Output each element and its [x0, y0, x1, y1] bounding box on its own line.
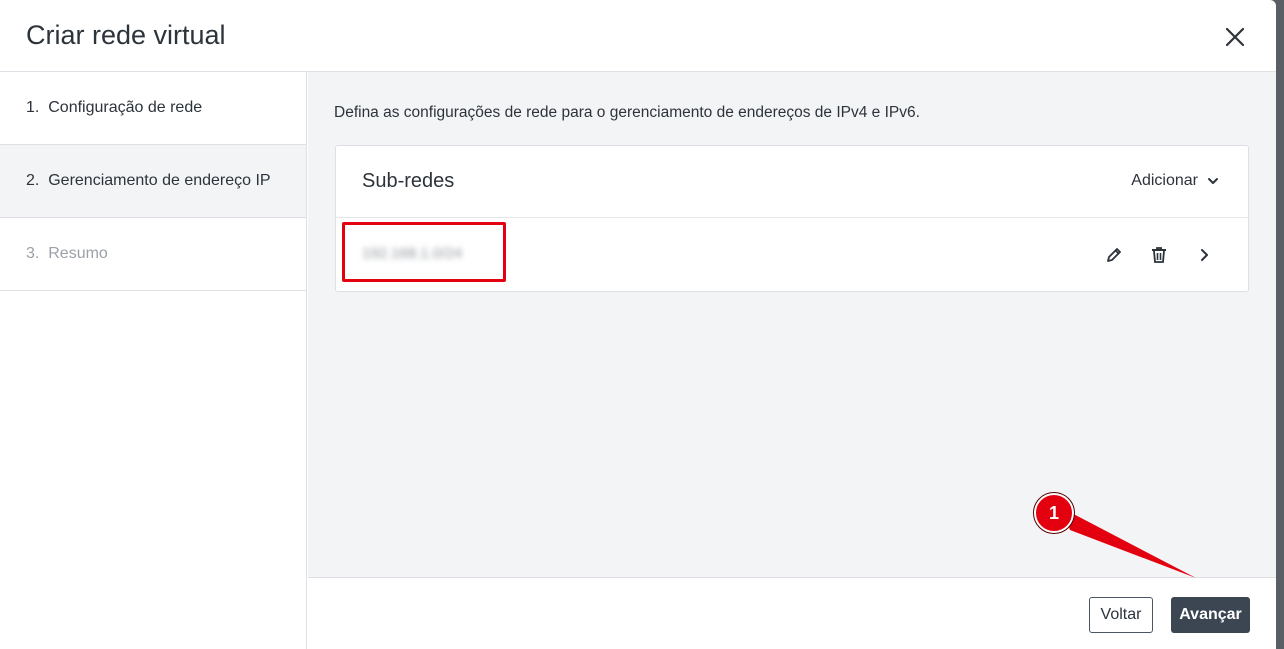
dialog-footer: Voltar Avançar — [308, 577, 1276, 649]
dialog-title: Criar rede virtual — [26, 20, 226, 50]
create-virtual-network-dialog: Criar rede virtual 1. Configuração de re… — [0, 0, 1276, 649]
subnets-card-header: Sub-redes Adicionar — [336, 146, 1248, 218]
subnets-title: Sub-redes — [362, 170, 455, 192]
back-button[interactable]: Voltar — [1089, 597, 1153, 633]
highlight-box — [342, 222, 506, 282]
chevron-down-icon — [1208, 178, 1218, 184]
step-ip-address-management[interactable]: 2. Gerenciamento de endereço IP — [0, 145, 306, 218]
subnets-card: Sub-redes Adicionar 192.168.1.0/24 — [335, 145, 1249, 292]
add-subnet-label: Adicionar — [1131, 172, 1198, 189]
next-button[interactable]: Avançar — [1171, 597, 1250, 633]
annotation-badge-number: 1 — [1048, 503, 1059, 523]
step-label: 2. Gerenciamento de endereço IP — [26, 172, 271, 189]
pencil-icon[interactable] — [1104, 245, 1124, 265]
subnet-row[interactable]: 192.168.1.0/24 — [336, 218, 1248, 292]
step-summary: 3. Resumo — [0, 218, 306, 291]
step-label: 1. Configuração de rede — [26, 99, 203, 116]
section-description: Defina as configurações de rede para o g… — [334, 104, 920, 121]
close-icon[interactable] — [1220, 22, 1250, 52]
wizard-steps: 1. Configuração de rede 2. Gerenciamento… — [0, 72, 307, 649]
step-label: 3. Resumo — [26, 245, 108, 262]
step-network-configuration[interactable]: 1. Configuração de rede — [0, 72, 306, 145]
backdrop-edge — [1276, 0, 1284, 649]
add-subnet-dropdown[interactable]: Adicionar — [1131, 172, 1220, 190]
chevron-right-icon[interactable] — [1194, 245, 1214, 265]
dialog-header: Criar rede virtual — [0, 0, 1276, 72]
main-content: Defina as configurações de rede para o g… — [308, 72, 1276, 577]
trash-icon[interactable] — [1149, 245, 1169, 265]
